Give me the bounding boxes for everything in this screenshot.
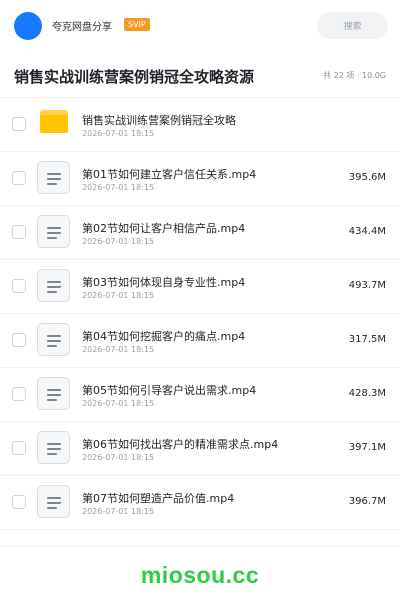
file-size: 317.5M [348, 334, 386, 345]
list-item[interactable]: 第04节如何挖掘客户的痛点.mp4 2026-07-01 18:15 317.5… [0, 314, 400, 368]
file-size: 434.4M [348, 226, 386, 237]
footer-divider [0, 546, 400, 547]
title-row: 销售实战训练营案例销冠全攻略资源 共 22 项 · 10.0G [0, 52, 400, 98]
row-checkbox[interactable] [12, 279, 26, 293]
video-file-icon [37, 377, 70, 410]
header: 夸克网盘分享 SVIP 搜索 [0, 0, 400, 52]
list-item[interactable]: 第05节如何引导客户说出需求.mp4 2026-07-01 18:15 428.… [0, 368, 400, 422]
folder-icon [40, 110, 68, 133]
row-checkbox[interactable] [12, 495, 26, 509]
file-name: 第07节如何塑造产品价值.mp4 [82, 492, 235, 505]
app-name: 夸克网盘分享 [52, 22, 112, 33]
search-button[interactable]: 搜索 [317, 12, 388, 39]
row-checkbox[interactable] [12, 171, 26, 185]
file-size: 428.3M [348, 388, 386, 399]
row-checkbox[interactable] [12, 333, 26, 347]
item-count-size: 共 22 项 · 10.0G [323, 71, 386, 80]
watermark: miosou.cc [140, 562, 260, 588]
file-name: 第06节如何找出客户的精准需求点.mp4 [82, 438, 279, 451]
file-name: 第03节如何体现自身专业性.mp4 [82, 276, 246, 289]
app: 夸克网盘分享 SVIP 搜索 销售实战训练营案例销冠全攻略资源 共 22 项 ·… [0, 0, 400, 600]
list-item[interactable]: 第02节如何让客户相信产品.mp4 2026-07-01 18:15 434.4… [0, 206, 400, 260]
avatar[interactable] [14, 12, 42, 40]
file-size: 493.7M [348, 280, 386, 291]
list-item[interactable]: 销售实战训练营案例销冠全攻略 2026-07-01 18:15 [0, 98, 400, 152]
file-size: 395.6M [348, 172, 386, 183]
file-date: 2026-07-01 18:15 [82, 453, 155, 462]
list-item[interactable]: 第03节如何体现自身专业性.mp4 2026-07-01 18:15 493.7… [0, 260, 400, 314]
file-date: 2026-07-01 18:15 [82, 129, 155, 138]
file-name: 第01节如何建立客户信任关系.mp4 [82, 168, 257, 181]
file-name: 第04节如何挖掘客户的痛点.mp4 [82, 330, 246, 343]
file-date: 2026-07-01 18:15 [82, 291, 155, 300]
file-date: 2026-07-01 18:15 [82, 345, 155, 354]
file-date: 2026-07-01 18:15 [82, 237, 155, 246]
row-checkbox[interactable] [12, 387, 26, 401]
file-list: 销售实战训练营案例销冠全攻略 2026-07-01 18:15 第01节如何建立… [0, 98, 400, 530]
video-file-icon [37, 269, 70, 302]
svip-badge: SVIP [124, 18, 150, 31]
video-file-icon [37, 485, 70, 518]
file-date: 2026-07-01 18:15 [82, 507, 155, 516]
list-item[interactable]: 第01节如何建立客户信任关系.mp4 2026-07-01 18:15 395.… [0, 152, 400, 206]
file-name: 第02节如何让客户相信产品.mp4 [82, 222, 246, 235]
row-checkbox[interactable] [12, 441, 26, 455]
file-name: 销售实战训练营案例销冠全攻略 [82, 114, 236, 127]
row-checkbox[interactable] [12, 225, 26, 239]
row-checkbox[interactable] [12, 117, 26, 131]
file-size: 397.1M [348, 442, 386, 453]
file-name: 第05节如何引导客户说出需求.mp4 [82, 384, 257, 397]
video-file-icon [37, 431, 70, 464]
video-file-icon [37, 323, 70, 356]
file-date: 2026-07-01 18:15 [82, 399, 155, 408]
file-size: 396.7M [348, 496, 386, 507]
video-file-icon [37, 215, 70, 248]
list-item[interactable]: 第07节如何塑造产品价值.mp4 2026-07-01 18:15 396.7M [0, 476, 400, 530]
list-item[interactable]: 第06节如何找出客户的精准需求点.mp4 2026-07-01 18:15 39… [0, 422, 400, 476]
file-date: 2026-07-01 18:15 [82, 183, 155, 192]
video-file-icon [37, 161, 70, 194]
page-title: 销售实战训练营案例销冠全攻略资源 [14, 68, 255, 86]
